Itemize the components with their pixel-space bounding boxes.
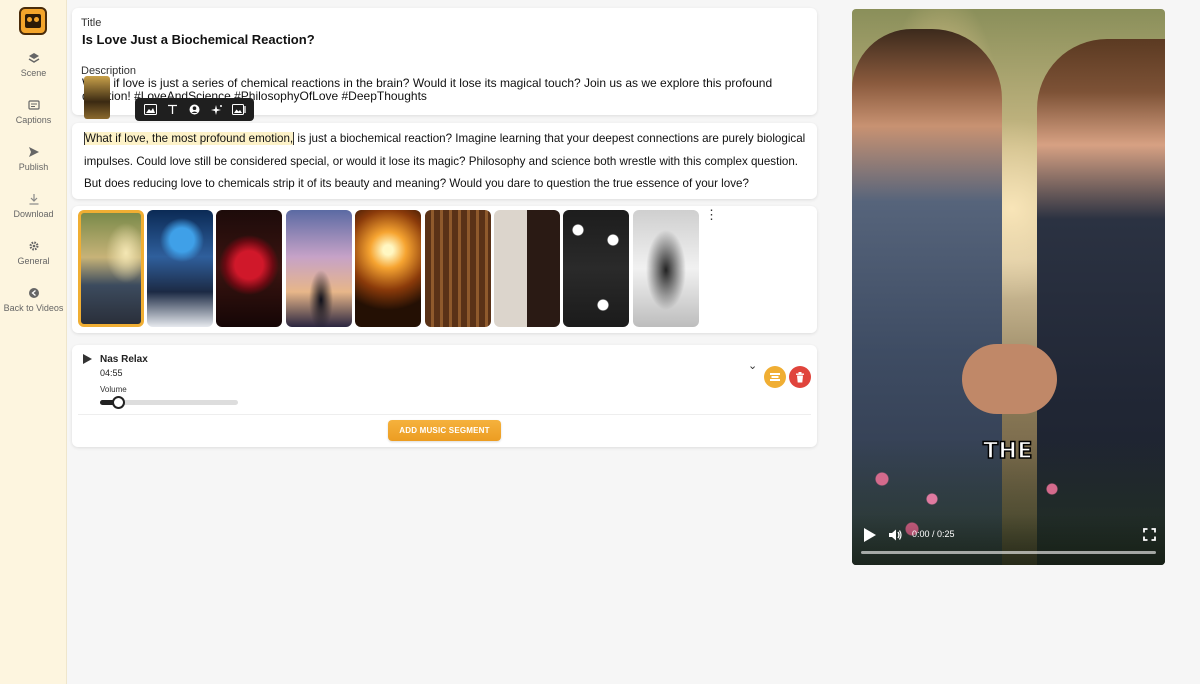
sidebar-item-back-to-videos[interactable]: Back to Videos: [0, 287, 67, 314]
delete-music-button[interactable]: [789, 366, 811, 388]
title-label: Title: [81, 17, 102, 29]
scene-image-strip: ⋮: [72, 206, 817, 333]
scene-thumbnail[interactable]: [633, 210, 699, 327]
back-arrow-icon: [28, 288, 39, 298]
send-icon: [28, 147, 39, 157]
divider: [78, 414, 811, 415]
sidebar-item-publish[interactable]: Publish: [0, 146, 67, 173]
add-music-segment-button[interactable]: ADD MUSIC SEGMENT: [388, 420, 501, 441]
sidebar: Scene Captions Publish Download General …: [0, 0, 67, 684]
video-preview[interactable]: THE 0:00 / 0:25: [852, 9, 1165, 565]
video-progress-bar[interactable]: [861, 551, 1156, 554]
play-icon[interactable]: [83, 354, 92, 364]
text-icon[interactable]: [164, 102, 180, 118]
volume-slider-handle[interactable]: [112, 396, 125, 409]
sidebar-item-download[interactable]: Download: [0, 193, 67, 220]
gear-icon: [28, 241, 39, 251]
volume-label: Volume: [100, 385, 127, 394]
scene-thumbnail[interactable]: [78, 210, 144, 327]
download-icon: [29, 194, 38, 205]
trash-icon: [796, 371, 804, 382]
video-time: 0:00 / 0:25: [912, 529, 955, 539]
volume-icon[interactable]: [887, 527, 903, 543]
equalizer-icon: [770, 373, 780, 381]
video-frame-hands: [962, 344, 1057, 414]
app-logo[interactable]: [19, 7, 47, 35]
scene-preview-thumbnail: [84, 76, 110, 119]
scene-script-text[interactable]: What if love, the most profound emotion,…: [84, 128, 809, 196]
sidebar-item-label: Back to Videos: [3, 303, 64, 313]
more-options-icon[interactable]: ⋮: [705, 208, 718, 225]
sidebar-item-label: General: [17, 256, 50, 266]
sidebar-item-label: Publish: [18, 162, 49, 172]
sidebar-item-label: Scene: [20, 68, 47, 78]
image-swap-icon[interactable]: [231, 102, 247, 118]
scene-thumbnail[interactable]: [425, 210, 491, 327]
video-caption-overlay: THE: [982, 438, 1033, 465]
selected-text[interactable]: What if love, the most profound emotion,: [85, 132, 294, 145]
track-name: Nas Relax: [100, 354, 148, 365]
fullscreen-icon[interactable]: [1143, 528, 1156, 541]
sidebar-item-label: Download: [13, 209, 54, 219]
music-settings-button[interactable]: [764, 366, 786, 388]
title-field[interactable]: Is Love Just a Biochemical Reaction?: [82, 32, 315, 47]
scene-thumbnail[interactable]: [216, 210, 282, 327]
track-duration: 04:55: [100, 368, 123, 378]
face-icon[interactable]: [186, 102, 202, 118]
sidebar-item-scene[interactable]: Scene: [0, 52, 67, 79]
text-selection-toolbar: [135, 98, 254, 121]
music-segment-card: Nas Relax 04:55 Volume ⌄ ADD MUSIC SEGME…: [72, 345, 817, 447]
chevron-down-icon[interactable]: ⌄: [748, 359, 757, 372]
layers-icon: [28, 53, 39, 63]
scene-thumbnail[interactable]: [355, 210, 421, 327]
image-gallery-icon[interactable]: [142, 102, 158, 118]
play-icon[interactable]: [864, 528, 876, 542]
captions-icon: [27, 100, 40, 110]
sidebar-item-general[interactable]: General: [0, 240, 67, 267]
scene-thumbnail[interactable]: [147, 210, 213, 327]
sidebar-item-label: Captions: [15, 115, 52, 125]
video-controls: 0:00 / 0:25: [852, 514, 1165, 565]
scene-thumbnail[interactable]: [494, 210, 560, 327]
volume-slider[interactable]: [100, 396, 238, 409]
sparkle-icon[interactable]: [209, 102, 225, 118]
scene-thumbnail[interactable]: [286, 210, 352, 327]
sidebar-item-captions[interactable]: Captions: [0, 99, 67, 126]
scene-script-card[interactable]: What if love, the most profound emotion,…: [72, 123, 817, 199]
scene-thumbnail[interactable]: [563, 210, 629, 327]
